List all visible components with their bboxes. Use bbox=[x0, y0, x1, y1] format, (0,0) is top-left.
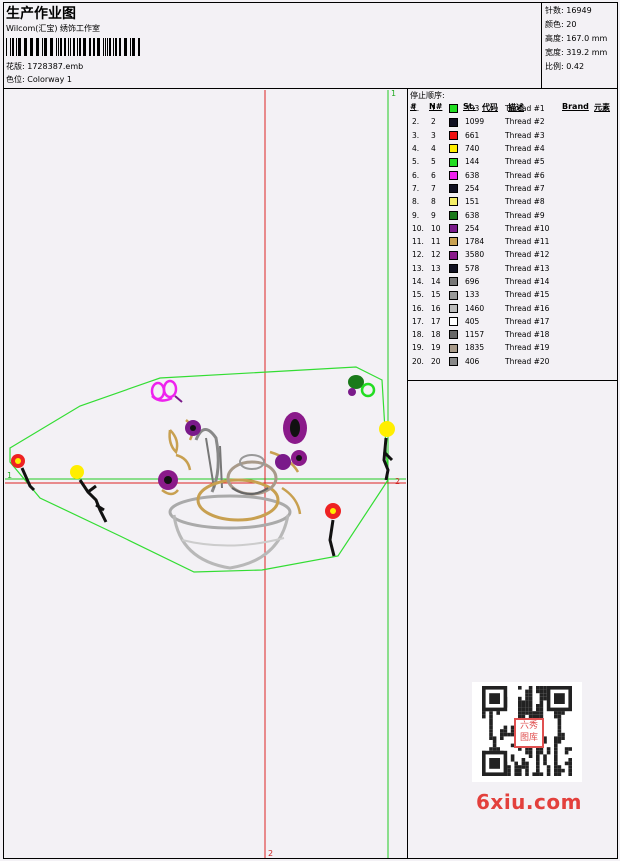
right-red-flower bbox=[325, 503, 341, 557]
gourds bbox=[194, 428, 280, 522]
basket bbox=[168, 494, 292, 570]
purple-flowers bbox=[158, 412, 307, 490]
axis-label-top: 1 bbox=[391, 89, 396, 98]
qr-code: 六秀图库 bbox=[472, 682, 582, 782]
axis-label-right: 2 bbox=[395, 477, 400, 486]
axis-label-bottom: 2 bbox=[268, 849, 273, 858]
right-yellow-flower bbox=[379, 421, 395, 481]
watermark-logo: 6xiu.com bbox=[476, 790, 582, 814]
left-red-flower bbox=[11, 454, 36, 492]
left-yellow-flower bbox=[70, 465, 108, 523]
qr-stamp: 六秀图库 bbox=[514, 718, 544, 748]
axis-label-left: 1 bbox=[7, 471, 12, 480]
green-butterfly bbox=[348, 375, 376, 398]
pink-butterfly bbox=[150, 379, 183, 403]
